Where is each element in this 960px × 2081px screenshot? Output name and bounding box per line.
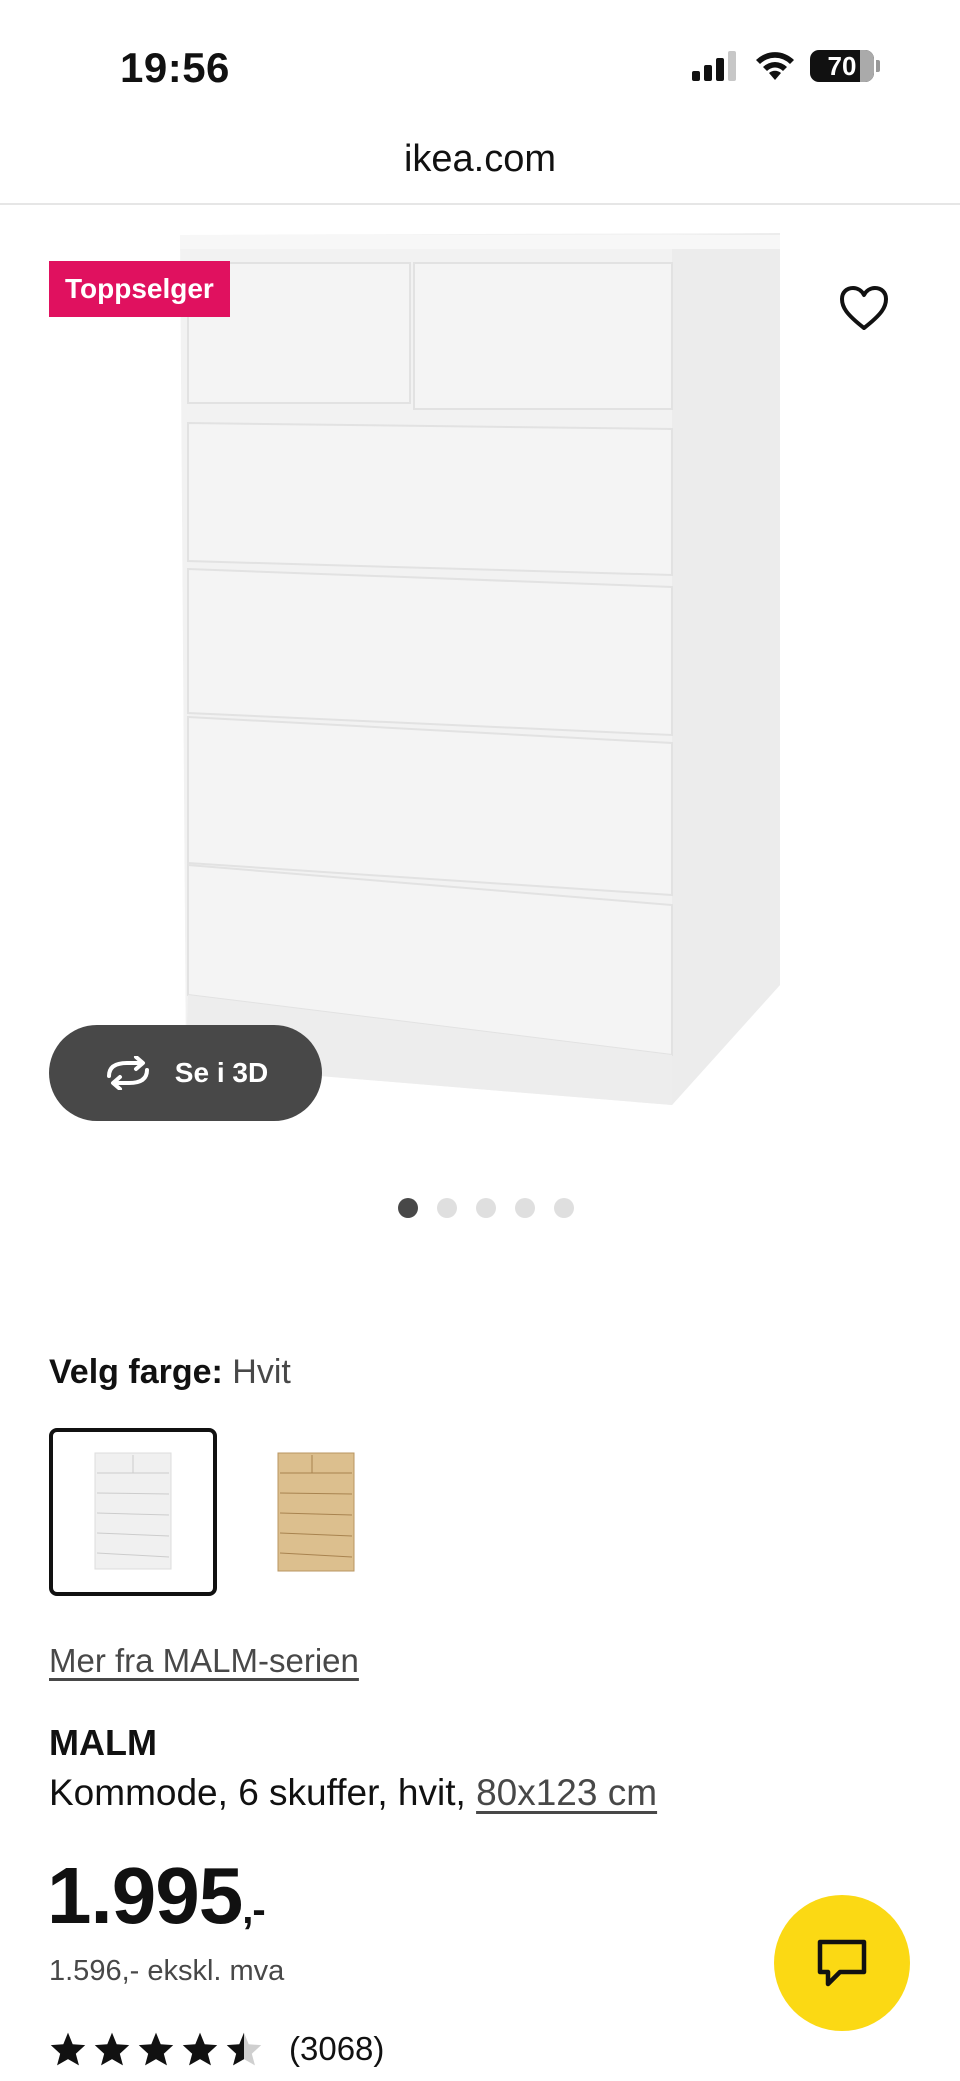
carousel-dot[interactable]: [398, 1198, 418, 1218]
battery-tip: [876, 60, 880, 72]
price-ex-vat: 1.596,- ekskl. mva: [49, 1955, 285, 1987]
color-picker-label: Velg farge: Hvit: [49, 1353, 291, 1392]
price-main: 1.995: [47, 1851, 243, 1940]
url-text: ikea.com: [403, 137, 557, 180]
color-swatch-white[interactable]: [49, 1428, 217, 1596]
favorite-heart-icon[interactable]: [836, 281, 892, 337]
product-description: Kommode, 6 skuffer, hvit, 80x123 cm: [49, 1772, 657, 1814]
product-image: [180, 233, 780, 1105]
star-full-icon: [138, 2032, 174, 2066]
carousel-dot[interactable]: [437, 1198, 457, 1218]
product-image-carousel[interactable]: Toppselger Se i 3D: [0, 205, 960, 1165]
view-in-3d-label: Se i 3D: [174, 1057, 269, 1088]
product-description-text: Kommode, 6 skuffer, hvit,: [49, 1772, 477, 1813]
wifi-icon: [756, 52, 794, 80]
chat-bubble-icon: [817, 1939, 867, 1987]
star-full-icon: [94, 2032, 130, 2066]
bestseller-badge: Toppselger: [49, 261, 230, 317]
product-price: 1.995,-: [47, 1850, 266, 1942]
chat-button[interactable]: [774, 1895, 910, 2031]
series-link[interactable]: Mer fra MALM-serien: [49, 1642, 359, 1680]
product-name: MALM: [49, 1722, 157, 1763]
color-swatch-oak[interactable]: [230, 1428, 398, 1596]
carousel-dot[interactable]: [554, 1198, 574, 1218]
star-full-icon: [50, 2032, 86, 2066]
carousel-pagination: [0, 1198, 960, 1218]
signal-icon: [692, 51, 736, 81]
battery-indicator: 70: [810, 50, 874, 82]
star-half-icon: [226, 2032, 262, 2066]
color-selected-value: Hvit: [232, 1353, 291, 1391]
product-rating[interactable]: (3068): [49, 2030, 384, 2068]
white-chest-thumbnail: [94, 1452, 172, 1570]
browser-url-bar[interactable]: ikea.com: [0, 115, 960, 205]
color-label-text: Velg farge:: [49, 1353, 223, 1391]
price-suffix: ,-: [242, 1888, 265, 1932]
rating-count: (3068): [289, 2030, 385, 2067]
status-time: 19:56: [120, 44, 230, 91]
status-icons: 70: [692, 50, 880, 82]
carousel-dot[interactable]: [515, 1198, 535, 1218]
view-in-3d-button[interactable]: Se i 3D: [49, 1025, 322, 1121]
rotate-3d-icon: [106, 1056, 149, 1090]
star-full-icon: [182, 2032, 218, 2066]
product-dimensions-link[interactable]: 80x123 cm: [476, 1772, 657, 1813]
carousel-dot[interactable]: [476, 1198, 496, 1218]
oak-chest-thumbnail: [277, 1452, 355, 1572]
status-bar: 19:56 70: [0, 0, 960, 115]
battery-level: 70: [827, 50, 857, 81]
